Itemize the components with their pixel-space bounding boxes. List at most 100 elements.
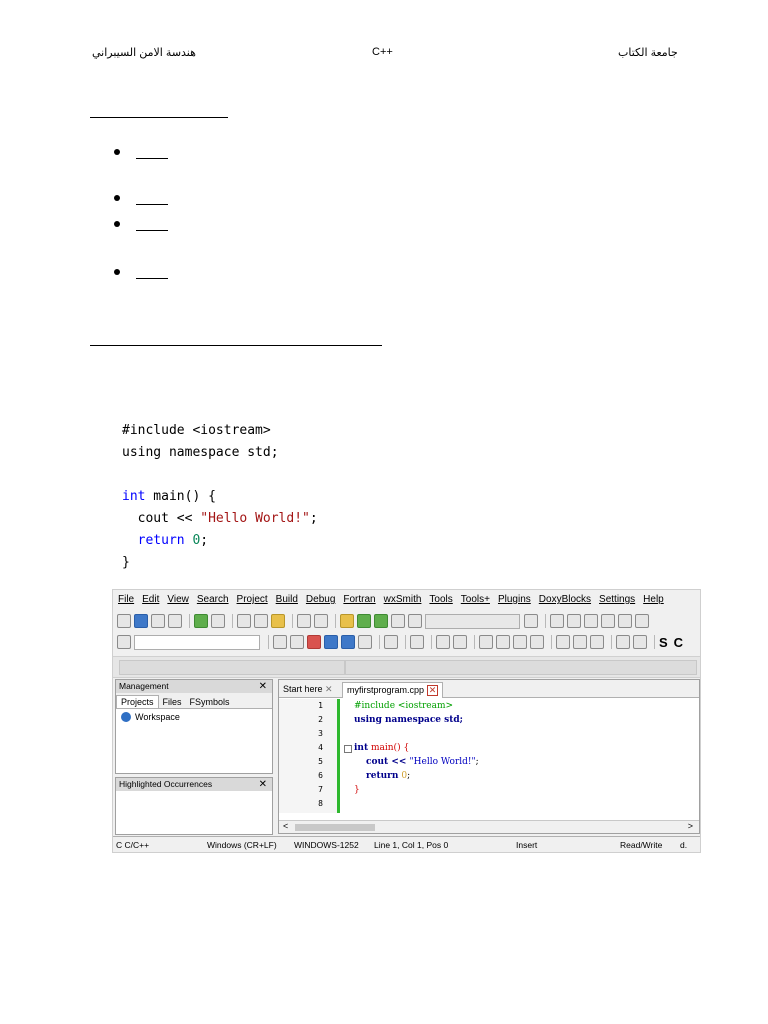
next-line-icon[interactable] [584, 614, 598, 628]
zoom-out-icon[interactable] [633, 635, 647, 649]
editor-semicolon: ; [407, 771, 411, 781]
menu-file[interactable]: File [118, 594, 134, 610]
find-icon[interactable] [297, 614, 311, 628]
scroll-left-icon[interactable]: < [283, 821, 288, 831]
run-icon[interactable] [357, 614, 371, 628]
code-semicolon: ; [309, 511, 318, 526]
select-cursor-icon[interactable] [384, 635, 398, 649]
tab-files[interactable]: Files [159, 696, 186, 708]
tab-start-here[interactable]: Start here ✕ [283, 684, 333, 695]
menu-doxyblocks[interactable]: DoxyBlocks [539, 594, 591, 610]
line-number: 1 [318, 701, 323, 710]
close-icon[interactable]: ✕ [325, 684, 333, 694]
back-arrow-icon[interactable] [273, 635, 287, 649]
workspace-icon [121, 712, 131, 722]
menu-view[interactable]: View [167, 594, 189, 610]
redo-icon[interactable] [211, 614, 225, 628]
layout-icon-2[interactable] [453, 635, 467, 649]
toolbar-separator [292, 614, 293, 628]
scope-combo[interactable] [119, 660, 345, 675]
frame-icon-3[interactable] [590, 635, 604, 649]
forward-arrow-icon[interactable] [290, 635, 304, 649]
rectangle-icon[interactable] [410, 635, 424, 649]
cut-icon[interactable] [237, 614, 251, 628]
new-file-icon[interactable] [117, 614, 131, 628]
run-to-cursor-icon[interactable] [567, 614, 581, 628]
scope-select[interactable] [134, 634, 260, 650]
block-icon-1[interactable] [479, 635, 493, 649]
line-number: 5 [318, 757, 323, 766]
copy-icon[interactable] [254, 614, 268, 628]
line-number: 2 [318, 715, 323, 724]
menu-wxsmith[interactable]: wxSmith [384, 594, 422, 610]
undo-icon[interactable] [194, 614, 208, 628]
find-symbol-icon[interactable] [324, 635, 338, 649]
menu-tools-plus[interactable]: Tools+ [461, 594, 490, 610]
match-case-icon[interactable] [341, 635, 355, 649]
editor-line-7: } [354, 785, 360, 795]
bookmark-icon[interactable] [117, 635, 131, 649]
debug-start-icon[interactable] [550, 614, 564, 628]
block-icon-4[interactable] [530, 635, 544, 649]
status-readwrite: Read/Write [620, 840, 663, 850]
zoom-in-icon[interactable] [616, 635, 630, 649]
horizontal-scrollbar[interactable]: < > [279, 820, 699, 833]
menu-project[interactable]: Project [237, 594, 268, 610]
highlighted-title-bar: Highlighted Occurrences ✕ [116, 778, 272, 791]
block-icon-2[interactable] [496, 635, 510, 649]
layout-icon-1[interactable] [436, 635, 450, 649]
toolbar-separator [232, 614, 233, 628]
code-sample: #include <iostream> using namespace std;… [122, 420, 318, 574]
menu-settings[interactable]: Settings [599, 594, 635, 610]
build-gear-icon[interactable] [340, 614, 354, 628]
bullet-underline [136, 230, 168, 231]
frame-icon-2[interactable] [573, 635, 587, 649]
rebuild-icon[interactable] [391, 614, 405, 628]
workspace-item[interactable]: Workspace [116, 709, 272, 725]
menu-build[interactable]: Build [276, 594, 298, 610]
open-icon[interactable] [134, 614, 148, 628]
regex-icon[interactable] [358, 635, 372, 649]
build-target-select[interactable] [425, 613, 520, 629]
code-semicolon: ; [200, 533, 209, 548]
close-icon[interactable]: ✕ [427, 685, 439, 696]
c-glyph[interactable]: C [674, 635, 683, 650]
status-bar: C C/C++ Windows (CR+LF) WINDOWS-1252 Lin… [113, 836, 700, 852]
abort-icon[interactable] [408, 614, 422, 628]
fold-minus-icon[interactable] [344, 745, 352, 753]
save-all-icon[interactable] [168, 614, 182, 628]
highlight-pen-icon[interactable] [307, 635, 321, 649]
step-into-icon[interactable] [601, 614, 615, 628]
menu-search[interactable]: Search [197, 594, 229, 610]
toolbar-separator [654, 635, 655, 649]
replace-icon[interactable] [314, 614, 328, 628]
build-run-icon[interactable] [374, 614, 388, 628]
close-icon[interactable]: ✕ [259, 680, 267, 693]
heading-underline-2 [90, 345, 382, 346]
block-icon-3[interactable] [513, 635, 527, 649]
tab-fsymbols[interactable]: FSymbols [186, 696, 234, 708]
tab-myfirstprogram[interactable]: myfirstprogram.cpp ✕ [342, 682, 444, 698]
menu-debug[interactable]: Debug [306, 594, 335, 610]
s-glyph[interactable]: S [659, 635, 668, 650]
editor-line-1: #include <iostream> [354, 701, 454, 711]
menu-fortran[interactable]: Fortran [343, 594, 375, 610]
close-icon[interactable]: ✕ [259, 778, 267, 791]
paste-icon[interactable] [271, 614, 285, 628]
scroll-thumb[interactable] [295, 824, 375, 831]
step-out-icon[interactable] [618, 614, 632, 628]
target-settings-icon[interactable] [524, 614, 538, 628]
scroll-right-icon[interactable]: > [688, 821, 693, 831]
menu-help[interactable]: Help [643, 594, 664, 610]
menu-edit[interactable]: Edit [142, 594, 159, 610]
tab-projects[interactable]: Projects [116, 695, 159, 708]
function-combo[interactable] [345, 660, 697, 675]
frame-icon-1[interactable] [556, 635, 570, 649]
save-icon[interactable] [151, 614, 165, 628]
next-instruction-icon[interactable] [635, 614, 649, 628]
menu-tools[interactable]: Tools [429, 594, 452, 610]
string-literal: "Hello World!" [200, 511, 310, 526]
menu-plugins[interactable]: Plugins [498, 594, 531, 610]
bullet-item-2 [114, 192, 174, 208]
